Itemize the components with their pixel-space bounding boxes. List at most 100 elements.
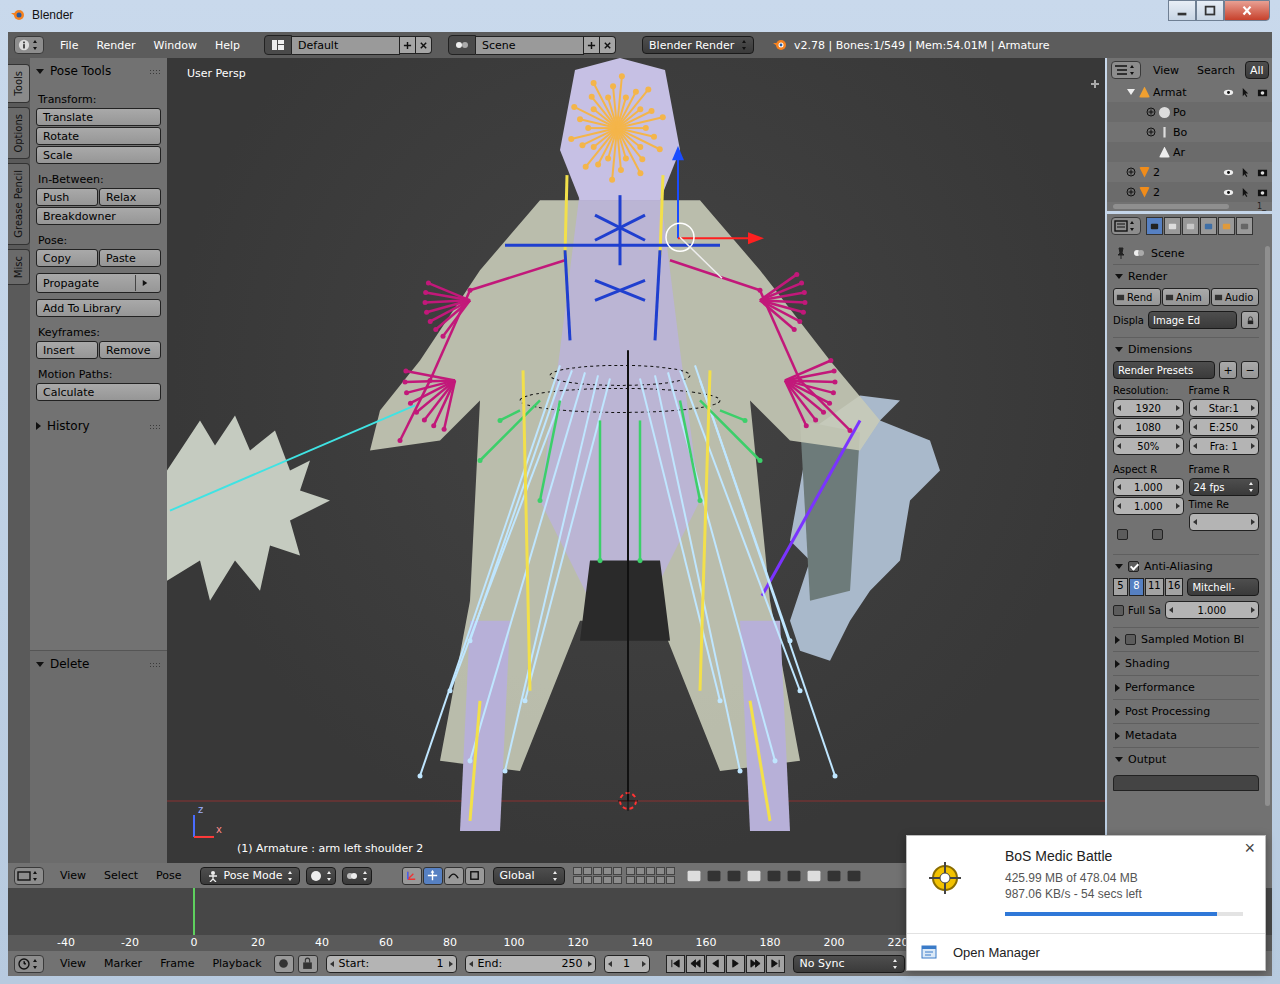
add-layout-button[interactable] bbox=[400, 36, 416, 54]
increment-icon[interactable] bbox=[1176, 443, 1180, 449]
menu-item[interactable]: Help bbox=[207, 37, 248, 54]
remove-layout-button[interactable] bbox=[416, 36, 432, 54]
expand-icon[interactable] bbox=[1146, 127, 1156, 137]
number-field[interactable]: Star:1 bbox=[1189, 399, 1260, 417]
sample-count-option[interactable]: 5 bbox=[1113, 578, 1128, 596]
number-field[interactable]: 1920 bbox=[1113, 399, 1184, 417]
editor-type-button[interactable] bbox=[1111, 61, 1141, 79]
menu-item[interactable]: Search bbox=[1189, 62, 1243, 79]
header-tool-icon[interactable] bbox=[745, 867, 763, 885]
anti-aliasing-checkbox[interactable] bbox=[1128, 561, 1139, 572]
cursor-icon[interactable] bbox=[1240, 187, 1251, 198]
cursor-icon[interactable] bbox=[1240, 167, 1251, 178]
camera-icon[interactable] bbox=[1257, 167, 1268, 178]
header-tool-icon[interactable] bbox=[805, 867, 823, 885]
menu-item[interactable]: Playback bbox=[204, 955, 269, 972]
tool-button[interactable]: Relax bbox=[99, 188, 161, 206]
decrement-icon[interactable] bbox=[1193, 424, 1197, 430]
menu-item[interactable]: Frame bbox=[152, 955, 202, 972]
sync-dropdown[interactable]: No Sync bbox=[793, 955, 905, 973]
anti-aliasing-panel-header[interactable]: Anti-Aliasing bbox=[1113, 554, 1259, 578]
layer-buttons[interactable] bbox=[573, 867, 675, 884]
increment-icon[interactable] bbox=[588, 961, 592, 967]
shading-dropdown[interactable] bbox=[306, 867, 336, 885]
orientation-dropdown[interactable]: Global bbox=[493, 867, 565, 885]
panel-header[interactable]: Output bbox=[1113, 747, 1259, 771]
increment-icon[interactable] bbox=[642, 961, 646, 967]
manipulator-toggle[interactable] bbox=[402, 867, 422, 885]
eye-icon[interactable] bbox=[1223, 187, 1234, 198]
outliner-scrollbar[interactable]: 1_ bbox=[1107, 202, 1272, 211]
number-field[interactable]: E:250 bbox=[1189, 418, 1260, 436]
increment-icon[interactable] bbox=[1251, 405, 1255, 411]
toggle-properties-icon[interactable] bbox=[1091, 80, 1099, 88]
playback-button[interactable] bbox=[766, 955, 785, 973]
playback-button[interactable] bbox=[666, 955, 685, 973]
playback-button[interactable] bbox=[746, 955, 765, 973]
3d-viewport[interactable]: zx User Persp (1) Armature : arm left sh… bbox=[167, 58, 1105, 863]
decrement-icon[interactable] bbox=[1169, 607, 1173, 613]
decrement-icon[interactable] bbox=[1193, 519, 1197, 525]
decrement-icon[interactable] bbox=[608, 961, 612, 967]
expand-icon[interactable] bbox=[1146, 107, 1156, 117]
increment-icon[interactable] bbox=[1176, 405, 1180, 411]
current-frame-line[interactable] bbox=[193, 888, 195, 935]
decrement-icon[interactable] bbox=[1117, 424, 1121, 430]
pivot-dropdown[interactable] bbox=[342, 867, 372, 885]
increment-icon[interactable] bbox=[1176, 484, 1180, 490]
drag-grip-icon[interactable] bbox=[149, 69, 161, 74]
decrement-icon[interactable] bbox=[1193, 405, 1197, 411]
menu-item[interactable]: View bbox=[52, 955, 94, 972]
eye-icon[interactable] bbox=[1223, 167, 1234, 178]
add-preset-button[interactable]: + bbox=[1219, 361, 1237, 379]
pin-icon[interactable] bbox=[1115, 247, 1127, 259]
properties-tab[interactable] bbox=[1236, 217, 1253, 235]
number-field[interactable]: 1.000 bbox=[1113, 497, 1184, 515]
tool-button[interactable]: Breakdowner bbox=[36, 207, 161, 225]
camera-icon[interactable] bbox=[1257, 187, 1268, 198]
preview-range-button[interactable] bbox=[298, 955, 318, 973]
panel-header[interactable]: Metadata bbox=[1113, 723, 1259, 747]
scene-icon-button[interactable] bbox=[448, 35, 476, 55]
scene-field[interactable]: Scene bbox=[476, 36, 584, 55]
panel-header[interactable]: Sampled Motion Bl bbox=[1113, 627, 1259, 651]
maximize-button[interactable] bbox=[1196, 0, 1224, 21]
manipulator-toggle[interactable] bbox=[465, 867, 485, 885]
outliner-row[interactable]: Armat bbox=[1107, 82, 1272, 102]
tool-button[interactable]: Scale bbox=[36, 146, 161, 164]
tool-button[interactable]: Propagate bbox=[36, 273, 161, 293]
increment-icon[interactable] bbox=[1251, 607, 1255, 613]
filter-size-field[interactable]: 1.000 bbox=[1165, 601, 1259, 619]
close-button[interactable] bbox=[1224, 0, 1270, 21]
panel-checkbox[interactable] bbox=[1125, 634, 1136, 645]
menu-item[interactable]: View bbox=[52, 867, 94, 884]
start-frame-field[interactable]: Start:1 bbox=[326, 955, 457, 973]
render-presets-dropdown[interactable]: Render Presets bbox=[1113, 361, 1215, 379]
armature-model[interactable]: zx bbox=[167, 58, 1105, 863]
display-filter-dropdown[interactable]: All bbox=[1245, 61, 1269, 79]
drag-grip-icon[interactable] bbox=[149, 662, 161, 667]
decrement-icon[interactable] bbox=[1117, 484, 1121, 490]
tool-button[interactable]: Insert bbox=[36, 341, 98, 359]
filter-dropdown[interactable]: Mitchell- bbox=[1187, 578, 1259, 596]
menu-item[interactable]: Marker bbox=[96, 955, 150, 972]
decrement-icon[interactable] bbox=[1117, 443, 1121, 449]
header-tool-icon[interactable] bbox=[845, 867, 863, 885]
tool-button[interactable]: Calculate bbox=[36, 383, 161, 401]
header-tool-icon[interactable] bbox=[765, 867, 783, 885]
expand-icon[interactable] bbox=[1126, 187, 1136, 197]
menu-item[interactable]: Window bbox=[146, 37, 205, 54]
cursor-icon[interactable] bbox=[1240, 87, 1251, 98]
editor-type-button[interactable] bbox=[14, 36, 44, 54]
render-button[interactable]: Rend bbox=[1113, 288, 1161, 306]
menu-item[interactable]: Select bbox=[96, 867, 146, 884]
time-remap-field[interactable] bbox=[1189, 513, 1260, 531]
full-sample-checkbox[interactable] bbox=[1113, 605, 1124, 616]
crop-checkbox[interactable] bbox=[1152, 529, 1163, 540]
properties-tab[interactable] bbox=[1218, 217, 1235, 235]
outliner-row[interactable]: 2 bbox=[1107, 182, 1272, 202]
tool-button[interactable]: Copy bbox=[36, 249, 98, 267]
display-dropdown[interactable]: Image Ed bbox=[1148, 311, 1237, 329]
open-manager-link[interactable]: Open Manager bbox=[907, 933, 1265, 970]
sample-count-option[interactable]: 8 bbox=[1129, 578, 1144, 596]
